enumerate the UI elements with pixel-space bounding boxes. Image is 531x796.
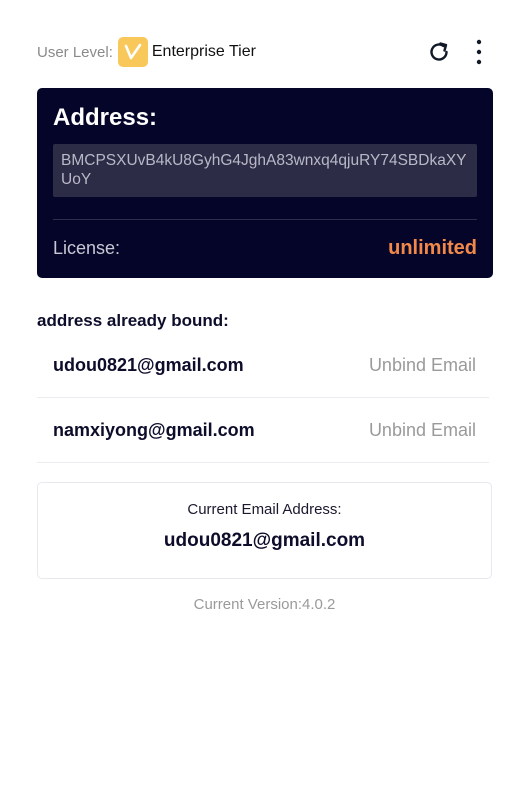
refresh-icon <box>430 42 448 61</box>
version-text: Current Version:4.0.2 <box>193 596 336 613</box>
license-row: License: unlimited <box>53 220 477 276</box>
top-actions <box>425 37 493 67</box>
more-vertical-icon <box>476 39 482 65</box>
top-bar: User Level: Enterprise Tier <box>37 34 493 70</box>
bound-email-row: namxiyong@gmail.com Unbind Email <box>37 398 489 463</box>
check-badge-icon <box>117 37 148 67</box>
bound-email: namxiyong@gmail.com <box>53 419 255 440</box>
current-email-card: Current Email Address: udou0821@gmail.co… <box>37 482 492 579</box>
address-card: Address: BMCPSXUvB4kU8GyhG4JghA83wnxq4qj… <box>37 88 493 278</box>
unbind-email-button[interactable]: Unbind Email <box>369 355 476 376</box>
unbind-email-button[interactable]: Unbind Email <box>369 420 476 441</box>
bound-email-list: udou0821@gmail.com Unbind Email namxiyon… <box>37 333 489 463</box>
tier-name: Enterprise Tier <box>151 43 256 60</box>
license-value: unlimited <box>388 236 477 259</box>
address-value[interactable]: BMCPSXUvB4kU8GyhG4JghA83wnxq4qjuRY74SBDk… <box>53 144 477 197</box>
refresh-button[interactable] <box>425 37 453 67</box>
current-email-label: Current Email Address: <box>187 501 342 518</box>
current-email-value: udou0821@gmail.com <box>163 530 366 551</box>
more-menu-button[interactable] <box>465 37 493 67</box>
bound-email: udou0821@gmail.com <box>53 354 244 375</box>
license-label: License: <box>53 237 121 258</box>
bound-email-row: udou0821@gmail.com Unbind Email <box>37 333 489 398</box>
user-level-label: User Level: <box>37 43 113 61</box>
address-title: Address: <box>53 104 158 131</box>
bound-section-title: address already bound: <box>37 311 229 330</box>
